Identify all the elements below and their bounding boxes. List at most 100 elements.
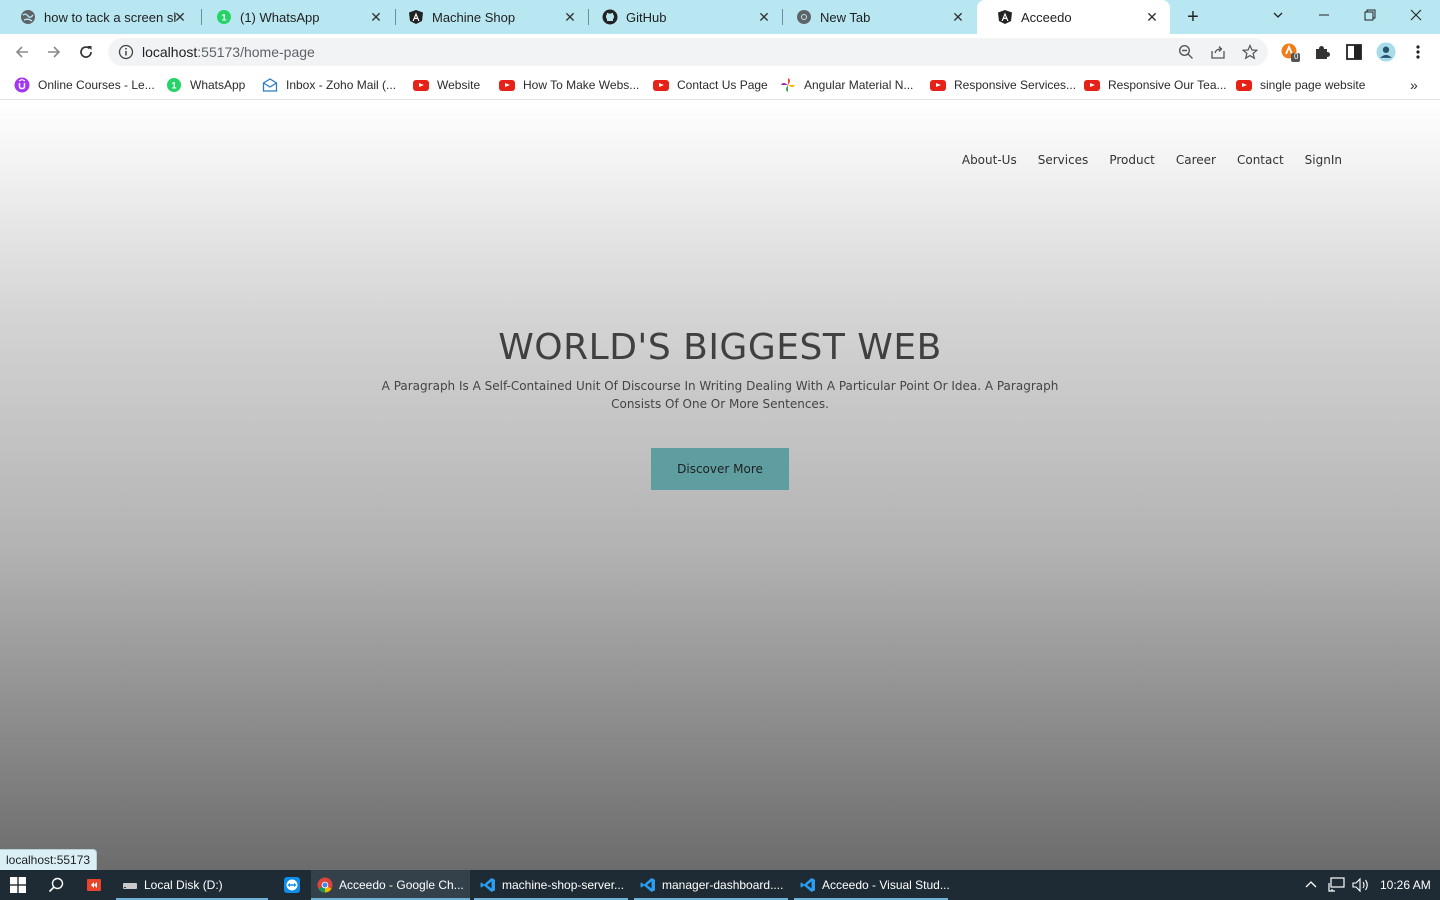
extension-icon[interactable]: 0 bbox=[1280, 42, 1300, 62]
bookmark-label: single page website bbox=[1260, 78, 1366, 92]
status-url-tooltip: localhost:55173 bbox=[0, 849, 98, 870]
bookmark-item[interactable]: Online Courses - Le... bbox=[14, 76, 155, 94]
minimize-button[interactable] bbox=[1312, 4, 1336, 28]
bookmark-item[interactable]: Website bbox=[413, 76, 480, 94]
tab-search-icon[interactable] bbox=[1266, 4, 1290, 28]
more-bookmarks-icon[interactable]: » bbox=[1410, 76, 1418, 94]
chrome-icon bbox=[796, 9, 812, 25]
chrome-icon bbox=[317, 877, 333, 893]
window-close-button[interactable] bbox=[1404, 4, 1428, 28]
address-bar[interactable]: localhost:55173/home-page bbox=[108, 38, 1268, 66]
close-icon[interactable]: ✕ bbox=[172, 9, 188, 25]
browser-tab[interactable]: how to tack a screen sho ✕ bbox=[0, 0, 198, 34]
url-text: localhost:55173/home-page bbox=[142, 44, 315, 60]
bookmark-item[interactable]: Responsive Services... bbox=[930, 76, 1076, 94]
bookmark-item[interactable]: Angular Material N... bbox=[780, 76, 913, 94]
bookmark-item[interactable]: single page website bbox=[1236, 76, 1365, 94]
vscode-icon bbox=[480, 877, 496, 893]
bookmark-item[interactable]: Contact Us Page bbox=[653, 76, 768, 94]
close-icon[interactable]: ✕ bbox=[950, 9, 966, 25]
windows-start-icon[interactable] bbox=[6, 870, 30, 900]
browser-tab[interactable]: Machine Shop ✕ bbox=[388, 0, 588, 34]
whatsapp-icon: 1 bbox=[166, 77, 182, 93]
youtube-icon bbox=[413, 77, 429, 93]
tab-title: Acceedo bbox=[1021, 9, 1072, 25]
youtube-icon bbox=[1236, 77, 1252, 93]
vscode-icon bbox=[800, 877, 816, 893]
taskbar-app[interactable]: manager-dashboard.... bbox=[634, 870, 788, 900]
forward-button[interactable] bbox=[42, 40, 66, 64]
bookmark-item[interactable]: Inbox - Zoho Mail (... bbox=[262, 76, 396, 94]
nav-career[interactable]: Career bbox=[1176, 153, 1216, 167]
pinwheel-icon bbox=[780, 77, 796, 93]
nav-signin[interactable]: SignIn bbox=[1305, 153, 1342, 167]
nav-services[interactable]: Services bbox=[1038, 153, 1089, 167]
zoom-icon[interactable] bbox=[1178, 44, 1194, 60]
youtube-icon bbox=[499, 77, 515, 93]
close-icon[interactable]: ✕ bbox=[562, 9, 578, 25]
back-button[interactable] bbox=[10, 40, 34, 64]
discover-more-button[interactable]: Discover More bbox=[651, 448, 789, 490]
udemy-icon bbox=[14, 77, 30, 93]
info-icon[interactable] bbox=[118, 44, 134, 60]
close-icon[interactable]: ✕ bbox=[368, 9, 384, 25]
browser-tab[interactable]: 1 (1) WhatsApp ✕ bbox=[196, 0, 394, 34]
taskbar-app-label: Acceedo - Google Ch... bbox=[339, 878, 464, 892]
taskbar: Local Disk (D:) Acceedo - Google Ch... m… bbox=[0, 870, 1440, 900]
nav-contact[interactable]: Contact bbox=[1237, 153, 1284, 167]
search-icon[interactable] bbox=[44, 870, 68, 900]
mail-icon bbox=[262, 77, 278, 93]
browser-toolbar: localhost:55173/home-page 0 bbox=[0, 34, 1440, 70]
taskbar-app-active[interactable]: Acceedo - Google Ch... bbox=[311, 870, 470, 900]
nav-product[interactable]: Product bbox=[1109, 153, 1155, 167]
volume-icon[interactable] bbox=[1352, 870, 1370, 900]
taskbar-app[interactable]: Acceedo - Visual Stud... bbox=[794, 870, 950, 900]
menu-icon[interactable] bbox=[1408, 42, 1428, 62]
tab-title: how to tack a screen sho bbox=[44, 9, 176, 25]
youtube-icon bbox=[1084, 77, 1100, 93]
youtube-icon bbox=[930, 77, 946, 93]
tab-title: Machine Shop bbox=[432, 9, 516, 25]
url-host: localhost bbox=[142, 44, 198, 60]
bookmark-label: Contact Us Page bbox=[677, 78, 768, 92]
vscode-icon bbox=[640, 877, 656, 893]
puzzle-icon[interactable] bbox=[1312, 42, 1332, 62]
browser-tab[interactable]: GitHub ✕ bbox=[582, 0, 782, 34]
network-icon[interactable] bbox=[1328, 870, 1346, 900]
restore-button[interactable] bbox=[1358, 4, 1382, 28]
bookmark-label: Responsive Our Tea... bbox=[1108, 78, 1227, 92]
recorder-app-icon[interactable] bbox=[82, 870, 106, 900]
profile-avatar[interactable] bbox=[1376, 42, 1396, 62]
angular-icon bbox=[997, 9, 1013, 25]
clock[interactable]: 10:26 AM bbox=[1380, 870, 1431, 900]
bookmark-item[interactable]: 1 WhatsApp bbox=[166, 76, 245, 94]
tab-title: New Tab bbox=[820, 9, 871, 25]
taskbar-app-label: Acceedo - Visual Stud... bbox=[822, 878, 950, 892]
browser-tab-active[interactable]: Acceedo ✕ bbox=[977, 0, 1170, 34]
close-icon[interactable]: ✕ bbox=[1144, 9, 1160, 25]
bookmarks-bar: Online Courses - Le... 1 WhatsApp Inbox … bbox=[0, 70, 1440, 100]
bookmark-item[interactable]: How To Make Webs... bbox=[499, 76, 639, 94]
new-tab-button[interactable]: + bbox=[1182, 6, 1204, 28]
nav-about-us[interactable]: About-Us bbox=[962, 153, 1017, 167]
globe-icon bbox=[20, 9, 36, 25]
bookmark-item[interactable]: Responsive Our Tea... bbox=[1084, 76, 1227, 94]
bookmark-label: Responsive Services... bbox=[954, 78, 1077, 92]
youtube-icon bbox=[653, 77, 669, 93]
star-icon[interactable] bbox=[1242, 44, 1258, 60]
teamviewer-icon[interactable] bbox=[280, 870, 304, 900]
taskbar-app-label: machine-shop-server... bbox=[502, 878, 625, 892]
browser-tab[interactable]: New Tab ✕ bbox=[776, 0, 976, 34]
tray-chevron-icon[interactable] bbox=[1304, 870, 1318, 900]
share-icon[interactable] bbox=[1210, 44, 1226, 60]
hero-title: WORLD'S BIGGEST WEB bbox=[498, 327, 942, 368]
drive-icon bbox=[122, 877, 138, 893]
taskbar-app[interactable]: machine-shop-server... bbox=[474, 870, 628, 900]
whatsapp-icon: 1 bbox=[216, 9, 232, 25]
taskbar-app[interactable]: Local Disk (D:) bbox=[116, 870, 268, 900]
taskbar-app-label: manager-dashboard.... bbox=[662, 878, 784, 892]
close-icon[interactable]: ✕ bbox=[756, 9, 772, 25]
reload-button[interactable] bbox=[74, 40, 98, 64]
tab-title: (1) WhatsApp bbox=[240, 9, 320, 25]
side-panel-icon[interactable] bbox=[1344, 42, 1364, 62]
